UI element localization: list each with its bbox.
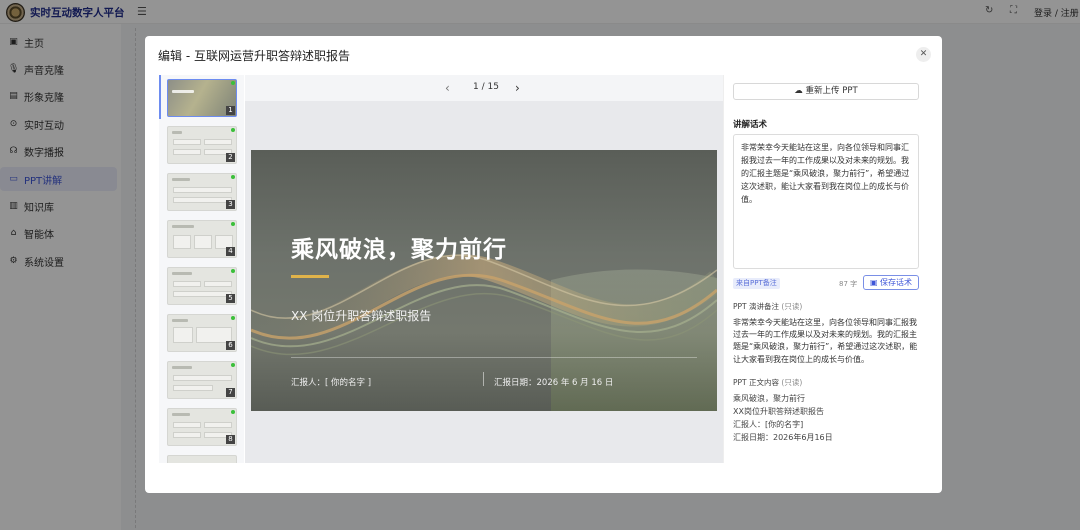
script-label: 讲解话术 xyxy=(733,120,768,130)
slide-date: 汇报日期：2026 年 6 月 16 日 xyxy=(494,378,614,388)
slide-number: 5 xyxy=(226,294,235,303)
page-indicator: 1 / 15 xyxy=(473,82,499,92)
slide-number: 2 xyxy=(226,153,235,162)
char-count: 87 字 xyxy=(839,280,858,288)
status-dot xyxy=(231,316,235,320)
slide-thumbnail-list[interactable]: 1 2 3 4 5 6 7 8 xyxy=(159,75,244,463)
notes-label-text: PPT 演讲备注 xyxy=(733,302,780,311)
content-label: PPT 正文内容 (只读) xyxy=(733,377,802,388)
reupload-label: 重新上传 PPT xyxy=(805,86,858,96)
content-line: 乘风破浪，聚力前行 xyxy=(733,394,805,403)
slide-number: 4 xyxy=(226,247,235,256)
content-line: XX岗位升职答辩述职报告 xyxy=(733,407,824,416)
save-script-button[interactable]: ▣ 保存话术 xyxy=(863,275,919,290)
edit-modal: 编辑 - 互联网运营升职答辩述职报告 ✕ 1 2 3 4 5 6 7 8 ‹ 1… xyxy=(145,36,942,493)
slide-thumbnail[interactable]: 2 xyxy=(167,126,237,164)
content-label-text: PPT 正文内容 xyxy=(733,378,780,387)
status-dot xyxy=(231,81,235,85)
slide-canvas: 乘风破浪，聚力前行 XX 岗位升职答辩述职报告 汇报人：[ 你的名字 ] 汇报日… xyxy=(251,150,717,411)
content-line: 汇报日期：2026年6月16日 xyxy=(733,433,833,442)
source-tag: 来自PPT备注 xyxy=(733,278,780,289)
slide-thumbnail[interactable]: 6 xyxy=(167,314,237,352)
slide-thumbnail[interactable]: 8 xyxy=(167,408,237,446)
prev-page-icon[interactable]: ‹ xyxy=(445,81,450,95)
title-underline xyxy=(291,275,329,278)
status-dot xyxy=(231,363,235,367)
next-page-icon[interactable]: › xyxy=(515,81,520,95)
selection-indicator xyxy=(159,75,161,119)
script-textarea[interactable]: 非常荣幸今天能站在这里，向各位领导和同事汇报我过去一年的工作成果以及对未来的规划… xyxy=(733,134,919,269)
content-line: 汇报人：[你的名字] xyxy=(733,420,804,429)
readonly-hint: (只读) xyxy=(781,378,803,387)
notes-label: PPT 演讲备注 (只读) xyxy=(733,301,802,312)
divider xyxy=(291,357,697,358)
ppt-notes-text: 非常荣幸今天能站在这里，向各位领导和同事汇报我过去一年的工作成果以及对未来的规划… xyxy=(733,318,918,364)
status-dot xyxy=(231,128,235,132)
status-dot xyxy=(231,175,235,179)
slide-thumbnail[interactable] xyxy=(167,455,237,463)
readonly-hint: (只读) xyxy=(781,302,803,311)
slide-thumbnail[interactable]: 3 xyxy=(167,173,237,211)
divider xyxy=(483,372,484,386)
slide-title: 乘风破浪，聚力前行 xyxy=(291,237,507,263)
slide-subtitle: XX 岗位升职答辩述职报告 xyxy=(291,309,432,323)
slide-thumbnail[interactable]: 4 xyxy=(167,220,237,258)
status-dot xyxy=(231,410,235,414)
wave-graphic xyxy=(251,254,717,411)
close-icon[interactable]: ✕ xyxy=(916,47,931,62)
slide-number: 1 xyxy=(226,106,235,115)
cloud-upload-icon: ☁ xyxy=(794,86,806,96)
reupload-ppt-button[interactable]: ☁ 重新上传 PPT xyxy=(733,83,919,100)
status-dot xyxy=(231,222,235,226)
script-panel: ☁ 重新上传 PPT 讲解话术 非常荣幸今天能站在这里，向各位领导和同事汇报我过… xyxy=(723,75,928,463)
slide-number: 3 xyxy=(226,200,235,209)
slide-number: 7 xyxy=(226,388,235,397)
slide-pager: ‹ 1 / 15 › xyxy=(245,75,723,101)
slide-reporter: 汇报人：[ 你的名字 ] xyxy=(291,378,372,388)
slide-number: 6 xyxy=(226,341,235,350)
save-icon: ▣ xyxy=(869,278,881,287)
divider xyxy=(135,28,136,528)
slide-thumbnail[interactable]: 5 xyxy=(167,267,237,305)
modal-title: 编辑 - 互联网运营升职答辩述职报告 xyxy=(158,49,350,63)
save-label: 保存话术 xyxy=(880,278,913,287)
slide-thumbnail[interactable]: 1 xyxy=(167,79,237,117)
slide-thumbnail[interactable]: 7 xyxy=(167,361,237,399)
slide-number: 8 xyxy=(226,435,235,444)
status-dot xyxy=(231,269,235,273)
slide-preview-area: ‹ 1 / 15 › 乘风破浪，聚力前行 XX 岗位升职答辩述职报告 汇报人：[… xyxy=(245,75,723,463)
